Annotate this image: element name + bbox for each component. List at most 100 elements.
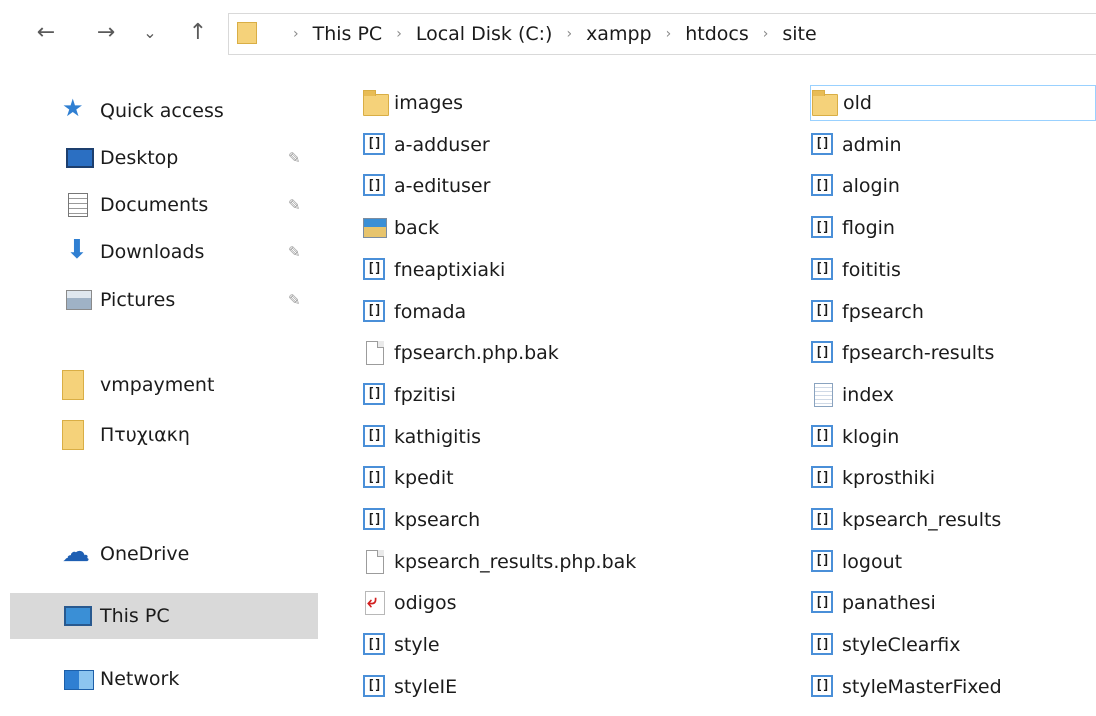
- file-name: images: [394, 92, 464, 114]
- php-file-icon: []: [362, 132, 388, 158]
- star-icon: ★: [62, 94, 84, 122]
- file-item[interactable]: [] kpsearch: [362, 502, 480, 538]
- sidebar-item-this-pc[interactable]: This PC: [10, 593, 318, 639]
- file-name: kpedit: [394, 467, 454, 490]
- file-name: flogin: [842, 217, 895, 240]
- breadcrumb-path: › This PC › Local Disk (C:) › xampp › htdocs › si…: [279, 14, 817, 54]
- file-item[interactable]: [] fpsearch-results: [810, 335, 994, 371]
- file-item[interactable]: [] foititis: [810, 252, 901, 288]
- pin-icon[interactable]: ✎: [288, 196, 301, 214]
- sidebar-item-label: This PC: [100, 605, 170, 627]
- file-item[interactable]: [] admin: [810, 127, 902, 163]
- file-item[interactable]: [] styleClearfix: [810, 627, 960, 663]
- php-file-icon: []: [810, 424, 836, 450]
- file-name: kprosthiki: [842, 467, 936, 490]
- file-item[interactable]: [] kathigitis: [362, 419, 481, 455]
- file-name: admin: [842, 133, 902, 156]
- documents-icon: [68, 193, 88, 217]
- file-item[interactable]: [] kprosthiki: [810, 460, 935, 496]
- pin-icon[interactable]: ✎: [288, 149, 301, 167]
- file-item[interactable]: [] logout: [810, 544, 902, 580]
- navigation-pane: ★ Quick access Desktop ✎ Documents ✎ ⬇ Download…: [0, 66, 330, 716]
- php-file-icon: []: [362, 674, 388, 700]
- sidebar-item-label: Pictures: [100, 289, 176, 311]
- sidebar-item-downloads[interactable]: ⬇ Downloads ✎: [10, 229, 318, 275]
- php-file-icon: []: [810, 299, 836, 325]
- sidebar-item-label: Desktop: [100, 147, 179, 169]
- file-item[interactable]: index: [810, 377, 894, 413]
- file-name: kpsearch_results.php.bak: [394, 550, 637, 573]
- file-list: images [] a-adduser [] a-edituser back [] fneap…: [330, 66, 1096, 716]
- file-name: styleIE: [394, 675, 458, 698]
- file-item[interactable]: old: [810, 85, 1096, 121]
- file-name: kathigitis: [394, 425, 482, 448]
- file-item[interactable]: [] flogin: [810, 210, 895, 246]
- file-item[interactable]: [] panathesi: [810, 585, 936, 621]
- pin-icon[interactable]: ✎: [288, 243, 301, 261]
- file-item[interactable]: kpsearch_results.php.bak: [362, 544, 636, 580]
- file-item[interactable]: [] kpsearch_results: [810, 502, 1001, 538]
- chevron-right-icon[interactable]: ›: [396, 26, 402, 42]
- file-item[interactable]: [] fpzitisi: [362, 377, 456, 413]
- cloud-icon: ☁: [62, 535, 90, 568]
- file-item[interactable]: [] style: [362, 627, 440, 663]
- computer-icon: [64, 606, 92, 626]
- php-file-icon: []: [810, 340, 836, 366]
- sidebar-item-documents[interactable]: Documents ✎: [10, 182, 318, 228]
- chevron-right-icon[interactable]: ›: [293, 26, 299, 42]
- breadcrumb-item[interactable]: site: [782, 23, 816, 45]
- sidebar-item-vmpayment[interactable]: vmpayment: [10, 362, 318, 408]
- file-item[interactable]: [] klogin: [810, 419, 899, 455]
- breadcrumb[interactable]: › This PC › Local Disk (C:) › xampp › htdocs › si…: [228, 13, 1096, 55]
- file-name: odigos: [394, 592, 457, 615]
- up-arrow-icon[interactable]: ↑: [184, 18, 212, 46]
- file-item[interactable]: [] styleMasterFixed: [810, 669, 1002, 705]
- file-item[interactable]: fpsearch.php.bak: [362, 335, 559, 371]
- file-item[interactable]: [] styleIE: [362, 669, 457, 705]
- file-item[interactable]: odigos: [362, 585, 457, 621]
- php-file-icon: []: [362, 507, 388, 533]
- chevron-right-icon[interactable]: ›: [763, 26, 769, 42]
- forward-arrow-icon[interactable]: →: [92, 18, 120, 46]
- php-file-icon: []: [362, 299, 388, 325]
- breadcrumb-item[interactable]: Local Disk (C:): [416, 23, 553, 45]
- file-item[interactable]: [] fomada: [362, 294, 466, 330]
- recent-locations-icon[interactable]: ⌄: [136, 18, 164, 46]
- php-file-icon: []: [810, 132, 836, 158]
- pdf-file-icon: [362, 590, 388, 616]
- back-arrow-icon[interactable]: ←: [32, 18, 60, 46]
- desktop-icon: [66, 148, 94, 168]
- sidebar-item-pictures[interactable]: Pictures ✎: [10, 277, 318, 323]
- sidebar-item-quick-access[interactable]: ★ Quick access: [10, 88, 318, 134]
- sidebar-item-ptyxiaki[interactable]: Πτυχιακη: [10, 412, 318, 458]
- sidebar-item-onedrive[interactable]: ☁ OneDrive: [10, 531, 318, 577]
- folder-icon: [62, 420, 84, 450]
- file-item[interactable]: back: [362, 210, 439, 246]
- chevron-right-icon[interactable]: ›: [666, 26, 672, 42]
- php-file-icon: []: [362, 173, 388, 199]
- chevron-right-icon[interactable]: ›: [566, 26, 572, 42]
- file-item[interactable]: images: [362, 85, 463, 121]
- php-file-icon: []: [810, 507, 836, 533]
- file-name: index: [842, 383, 894, 406]
- file-name: a-adduser: [394, 133, 490, 156]
- file-item[interactable]: [] fpsearch: [810, 294, 924, 330]
- pin-icon[interactable]: ✎: [288, 291, 301, 309]
- breadcrumb-item[interactable]: xampp: [586, 23, 652, 45]
- breadcrumb-item[interactable]: This PC: [313, 23, 383, 45]
- file-name: fpsearch-results: [842, 342, 995, 365]
- file-name: a-edituser: [394, 175, 491, 198]
- sidebar-item-network[interactable]: Network: [10, 656, 318, 702]
- file-name: fneaptixiaki: [394, 258, 506, 281]
- file-item[interactable]: [] a-adduser: [362, 127, 490, 163]
- file-item[interactable]: [] fneaptixiaki: [362, 252, 505, 288]
- file-name: fpsearch.php.bak: [394, 342, 559, 365]
- file-item[interactable]: [] a-edituser: [362, 168, 490, 204]
- file-name: old: [843, 92, 872, 114]
- sidebar-item-desktop[interactable]: Desktop ✎: [10, 135, 318, 181]
- php-file-icon: []: [362, 465, 388, 491]
- sidebar-item-label: vmpayment: [100, 374, 215, 396]
- file-item[interactable]: [] kpedit: [362, 460, 454, 496]
- file-item[interactable]: [] alogin: [810, 168, 900, 204]
- breadcrumb-item[interactable]: htdocs: [685, 23, 749, 45]
